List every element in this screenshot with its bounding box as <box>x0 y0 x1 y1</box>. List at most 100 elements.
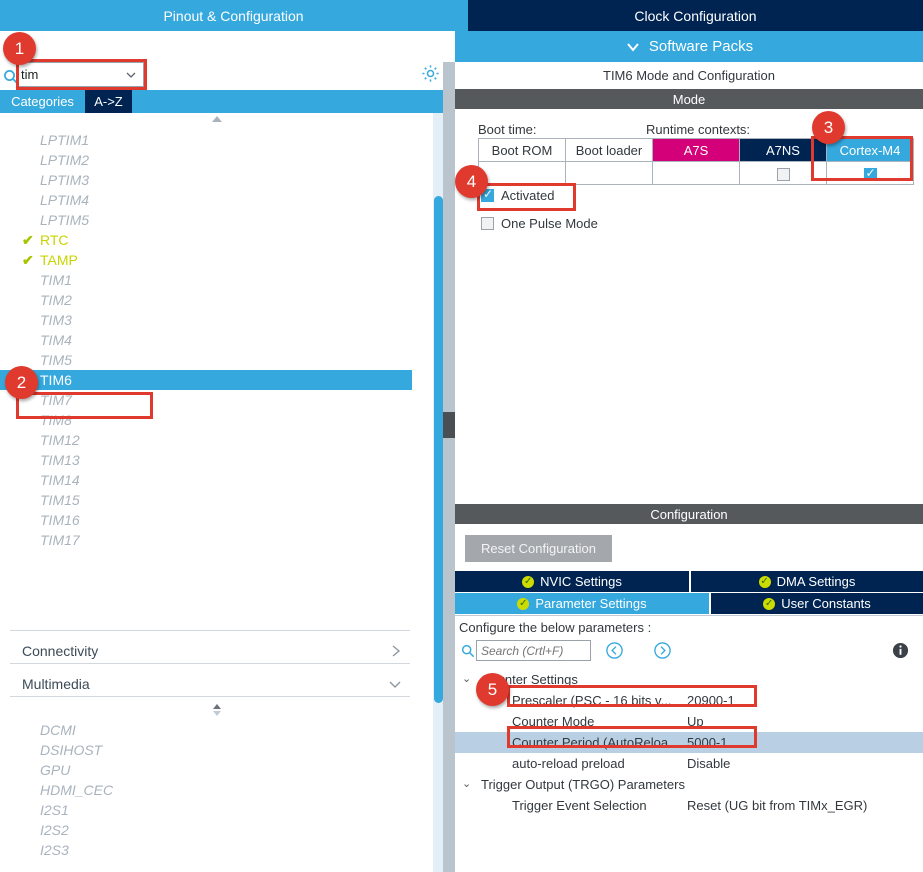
arrow-right-circle-icon[interactable] <box>653 641 672 660</box>
param-row[interactable]: auto-reload preload Disable <box>455 753 923 774</box>
divider <box>10 630 410 631</box>
search-input[interactable] <box>21 64 121 85</box>
software-packs-header[interactable]: Software Packs <box>455 31 923 62</box>
context-cell-4[interactable] <box>826 161 914 185</box>
peripheral-label: TIM4 <box>40 332 72 348</box>
peripheral-tim1[interactable]: TIM1 <box>0 270 432 290</box>
table-header-row: Boot ROM Boot loader A7S A7NS Cortex-M4 <box>478 138 914 162</box>
panel-splitter[interactable] <box>443 62 455 872</box>
multimedia-item-i2s1[interactable]: I2S1 <box>0 800 432 820</box>
runtime-contexts-label: Runtime contexts: <box>646 122 751 137</box>
peripheral-tim2[interactable]: TIM2 <box>0 290 432 310</box>
annotation-badge-2: 2 <box>5 366 38 399</box>
tab-pinout-configuration[interactable]: Pinout & Configuration <box>0 0 467 31</box>
scroll-up-arrow-icon[interactable] <box>210 115 224 125</box>
subtab-a-to-z[interactable]: A->Z <box>85 90 132 113</box>
multimedia-item-gpu[interactable]: GPU <box>0 760 432 780</box>
peripheral-lptim2[interactable]: LPTIM2 <box>0 150 432 170</box>
param-row[interactable]: Trigger Event Selection Reset (UG bit fro… <box>455 795 923 816</box>
peripheral-tim17[interactable]: TIM17 <box>0 530 432 550</box>
peripheral-label: LPTIM2 <box>40 152 90 168</box>
peripheral-label: TIM6 <box>40 372 72 388</box>
param-row[interactable]: Prescaler (PSC - 16 bits v... 20900-1 <box>455 690 923 711</box>
multimedia-item-i2s2[interactable]: I2S2 <box>0 820 432 840</box>
left-scrollbar-thumb[interactable] <box>434 196 443 703</box>
runtime-context-table: Boot ROM Boot loader A7S A7NS Cortex-M4 <box>478 138 914 185</box>
panel-splitter-handle[interactable] <box>443 412 455 438</box>
divider <box>10 696 410 697</box>
peripheral-label: TIM1 <box>40 272 72 288</box>
peripheral-label: TIM13 <box>40 452 80 468</box>
multimedia-item-i2s3[interactable]: I2S3 <box>0 840 432 860</box>
param-row[interactable]: Counter Period (AutoReloa... 5000-1 <box>455 732 923 753</box>
activated-option[interactable]: Activated <box>481 187 554 203</box>
peripheral-tim14[interactable]: TIM14 <box>0 470 432 490</box>
parameter-search-input-wrapper[interactable] <box>476 640 591 661</box>
check-circle-icon: ✓ <box>758 575 771 588</box>
peripheral-lptim5[interactable]: LPTIM5 <box>0 210 432 230</box>
peripheral-rtc[interactable]: ✔ RTC <box>0 230 432 250</box>
param-value[interactable]: Reset (UG bit from TIMx_EGR) <box>687 795 867 816</box>
context-header-a7s: A7S <box>652 138 740 162</box>
top-tab-strip: Pinout & Configuration Clock Configurati… <box>0 0 923 31</box>
peripheral-tim4[interactable]: TIM4 <box>0 330 432 350</box>
multimedia-item-list: DCMI DSIHOST GPU HDMI_CEC I2S1 I2S2 I2S3 <box>0 720 432 860</box>
parameter-tree: ⌄ Counter Settings Prescaler (PSC - 16 bit… <box>455 669 923 816</box>
peripheral-tim6[interactable]: ✔TIM6 <box>0 370 412 390</box>
subtab-categories[interactable]: Categories <box>4 90 81 113</box>
peripheral-tim15[interactable]: TIM15 <box>0 490 432 510</box>
context-checkbox-3[interactable] <box>776 167 790 181</box>
peripheral-tim16[interactable]: TIM16 <box>0 510 432 530</box>
arrow-left-circle-icon[interactable] <box>605 641 624 660</box>
category-multimedia[interactable]: Multimedia <box>0 665 420 703</box>
chevron-down-icon <box>388 678 402 690</box>
tab-dma-settings[interactable]: ✓ DMA Settings <box>691 571 923 592</box>
peripheral-lptim4[interactable]: LPTIM4 <box>0 190 432 210</box>
reset-configuration-button[interactable]: Reset Configuration <box>465 535 612 562</box>
check-circle-icon: ✓ <box>763 597 776 610</box>
chevron-down-icon[interactable] <box>125 69 137 81</box>
peripheral-tim3[interactable]: TIM3 <box>0 310 432 330</box>
param-value[interactable]: Up <box>687 711 704 732</box>
info-icon[interactable] <box>892 642 909 659</box>
context-header-cortex-m4: Cortex-M4 <box>826 138 914 162</box>
param-value[interactable]: 5000-1 <box>687 732 727 753</box>
parameter-search-input[interactable] <box>477 641 590 660</box>
peripheral-tim8[interactable]: TIM8 <box>0 410 432 430</box>
param-value[interactable]: Disable <box>687 753 730 774</box>
peripheral-tim7[interactable]: TIM7 <box>0 390 432 410</box>
peripheral-label: LPTIM5 <box>40 212 90 228</box>
peripheral-tim5[interactable]: TIM5 <box>0 350 432 370</box>
context-checkbox-4[interactable] <box>863 166 877 181</box>
peripheral-label: TIM5 <box>40 352 72 368</box>
param-value[interactable]: 20900-1 <box>687 690 735 711</box>
tab-parameter-settings[interactable]: ✓ Parameter Settings <box>455 593 709 614</box>
left-subtab-bar: Categories A->Z <box>0 90 443 113</box>
configuration-section-header: Configuration <box>455 504 923 524</box>
boot-time-label: Boot time: <box>478 122 537 137</box>
one-pulse-mode-option[interactable]: One Pulse Mode <box>481 216 598 231</box>
param-row[interactable]: Counter Mode Up <box>455 711 923 732</box>
peripheral-label: LPTIM1 <box>40 132 90 148</box>
tab-user-constants[interactable]: ✓ User Constants <box>711 593 923 614</box>
multimedia-item-dcmi[interactable]: DCMI <box>0 720 432 740</box>
peripheral-tim12[interactable]: TIM12 <box>0 430 432 450</box>
peripheral-lptim3[interactable]: LPTIM3 <box>0 170 432 190</box>
peripheral-tim13[interactable]: TIM13 <box>0 450 432 470</box>
peripheral-lptim1[interactable]: LPTIM1 <box>0 130 432 150</box>
context-cell-3[interactable] <box>739 161 827 185</box>
param-group-counter-settings[interactable]: ⌄ Counter Settings <box>455 669 923 690</box>
param-group-trigger-output-trgo-parameters[interactable]: ⌄ Trigger Output (TRGO) Parameters <box>455 774 923 795</box>
software-packs-label: Software Packs <box>648 38 754 55</box>
multimedia-item-hdmi_cec[interactable]: HDMI_CEC <box>0 780 432 800</box>
peripheral-label: TIM7 <box>40 392 72 408</box>
search-input-wrapper[interactable] <box>18 62 144 87</box>
gear-icon[interactable] <box>421 64 440 83</box>
one-pulse-mode-label: One Pulse Mode <box>501 216 598 231</box>
tab-nvic-settings[interactable]: ✓ NVIC Settings <box>455 571 689 592</box>
peripheral-tamp[interactable]: ✔ TAMP <box>0 250 432 270</box>
scroll-updown-arrow-icon[interactable] <box>210 703 224 717</box>
one-pulse-mode-checkbox[interactable] <box>481 217 494 230</box>
tab-clock-configuration[interactable]: Clock Configuration <box>468 0 923 31</box>
multimedia-item-dsihost[interactable]: DSIHOST <box>0 740 432 760</box>
